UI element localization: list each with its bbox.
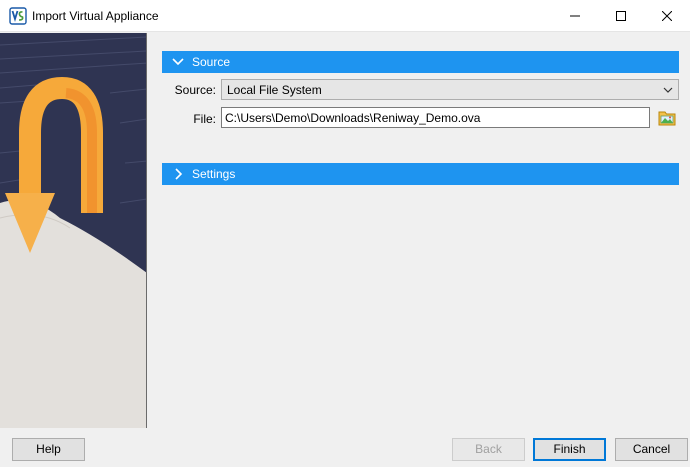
settings-section-header[interactable]: Settings [162, 163, 679, 185]
virtualbox-icon [9, 7, 27, 25]
browse-file-button[interactable] [657, 108, 677, 127]
source-label: Source: [174, 83, 216, 97]
window-title: Import Virtual Appliance [32, 9, 159, 23]
minimize-icon [570, 15, 580, 17]
settings-section-title: Settings [192, 167, 236, 181]
chevron-down-icon [663, 87, 673, 93]
back-button[interactable]: Back [452, 438, 525, 461]
close-button[interactable] [644, 0, 690, 32]
open-folder-icon [658, 111, 676, 126]
source-section-header[interactable]: Source [162, 51, 679, 73]
maximize-button[interactable] [598, 0, 644, 32]
cancel-button[interactable]: Cancel [615, 438, 688, 461]
minimize-button[interactable] [552, 0, 598, 32]
chevron-right-icon [175, 168, 183, 180]
title-bar: Import Virtual Appliance [0, 0, 690, 32]
file-path-input[interactable] [221, 107, 650, 128]
close-icon [662, 11, 672, 21]
source-combobox-value: Local File System [227, 83, 322, 97]
source-section-title: Source [192, 55, 231, 69]
wizard-banner [0, 33, 147, 428]
help-button[interactable]: Help [12, 438, 85, 461]
import-arrow-illustration [0, 33, 146, 428]
maximize-icon [616, 11, 626, 21]
chevron-down-icon [172, 58, 184, 66]
file-label: File: [193, 112, 216, 126]
finish-button[interactable]: Finish [533, 438, 606, 461]
source-combobox[interactable]: Local File System [221, 79, 679, 100]
